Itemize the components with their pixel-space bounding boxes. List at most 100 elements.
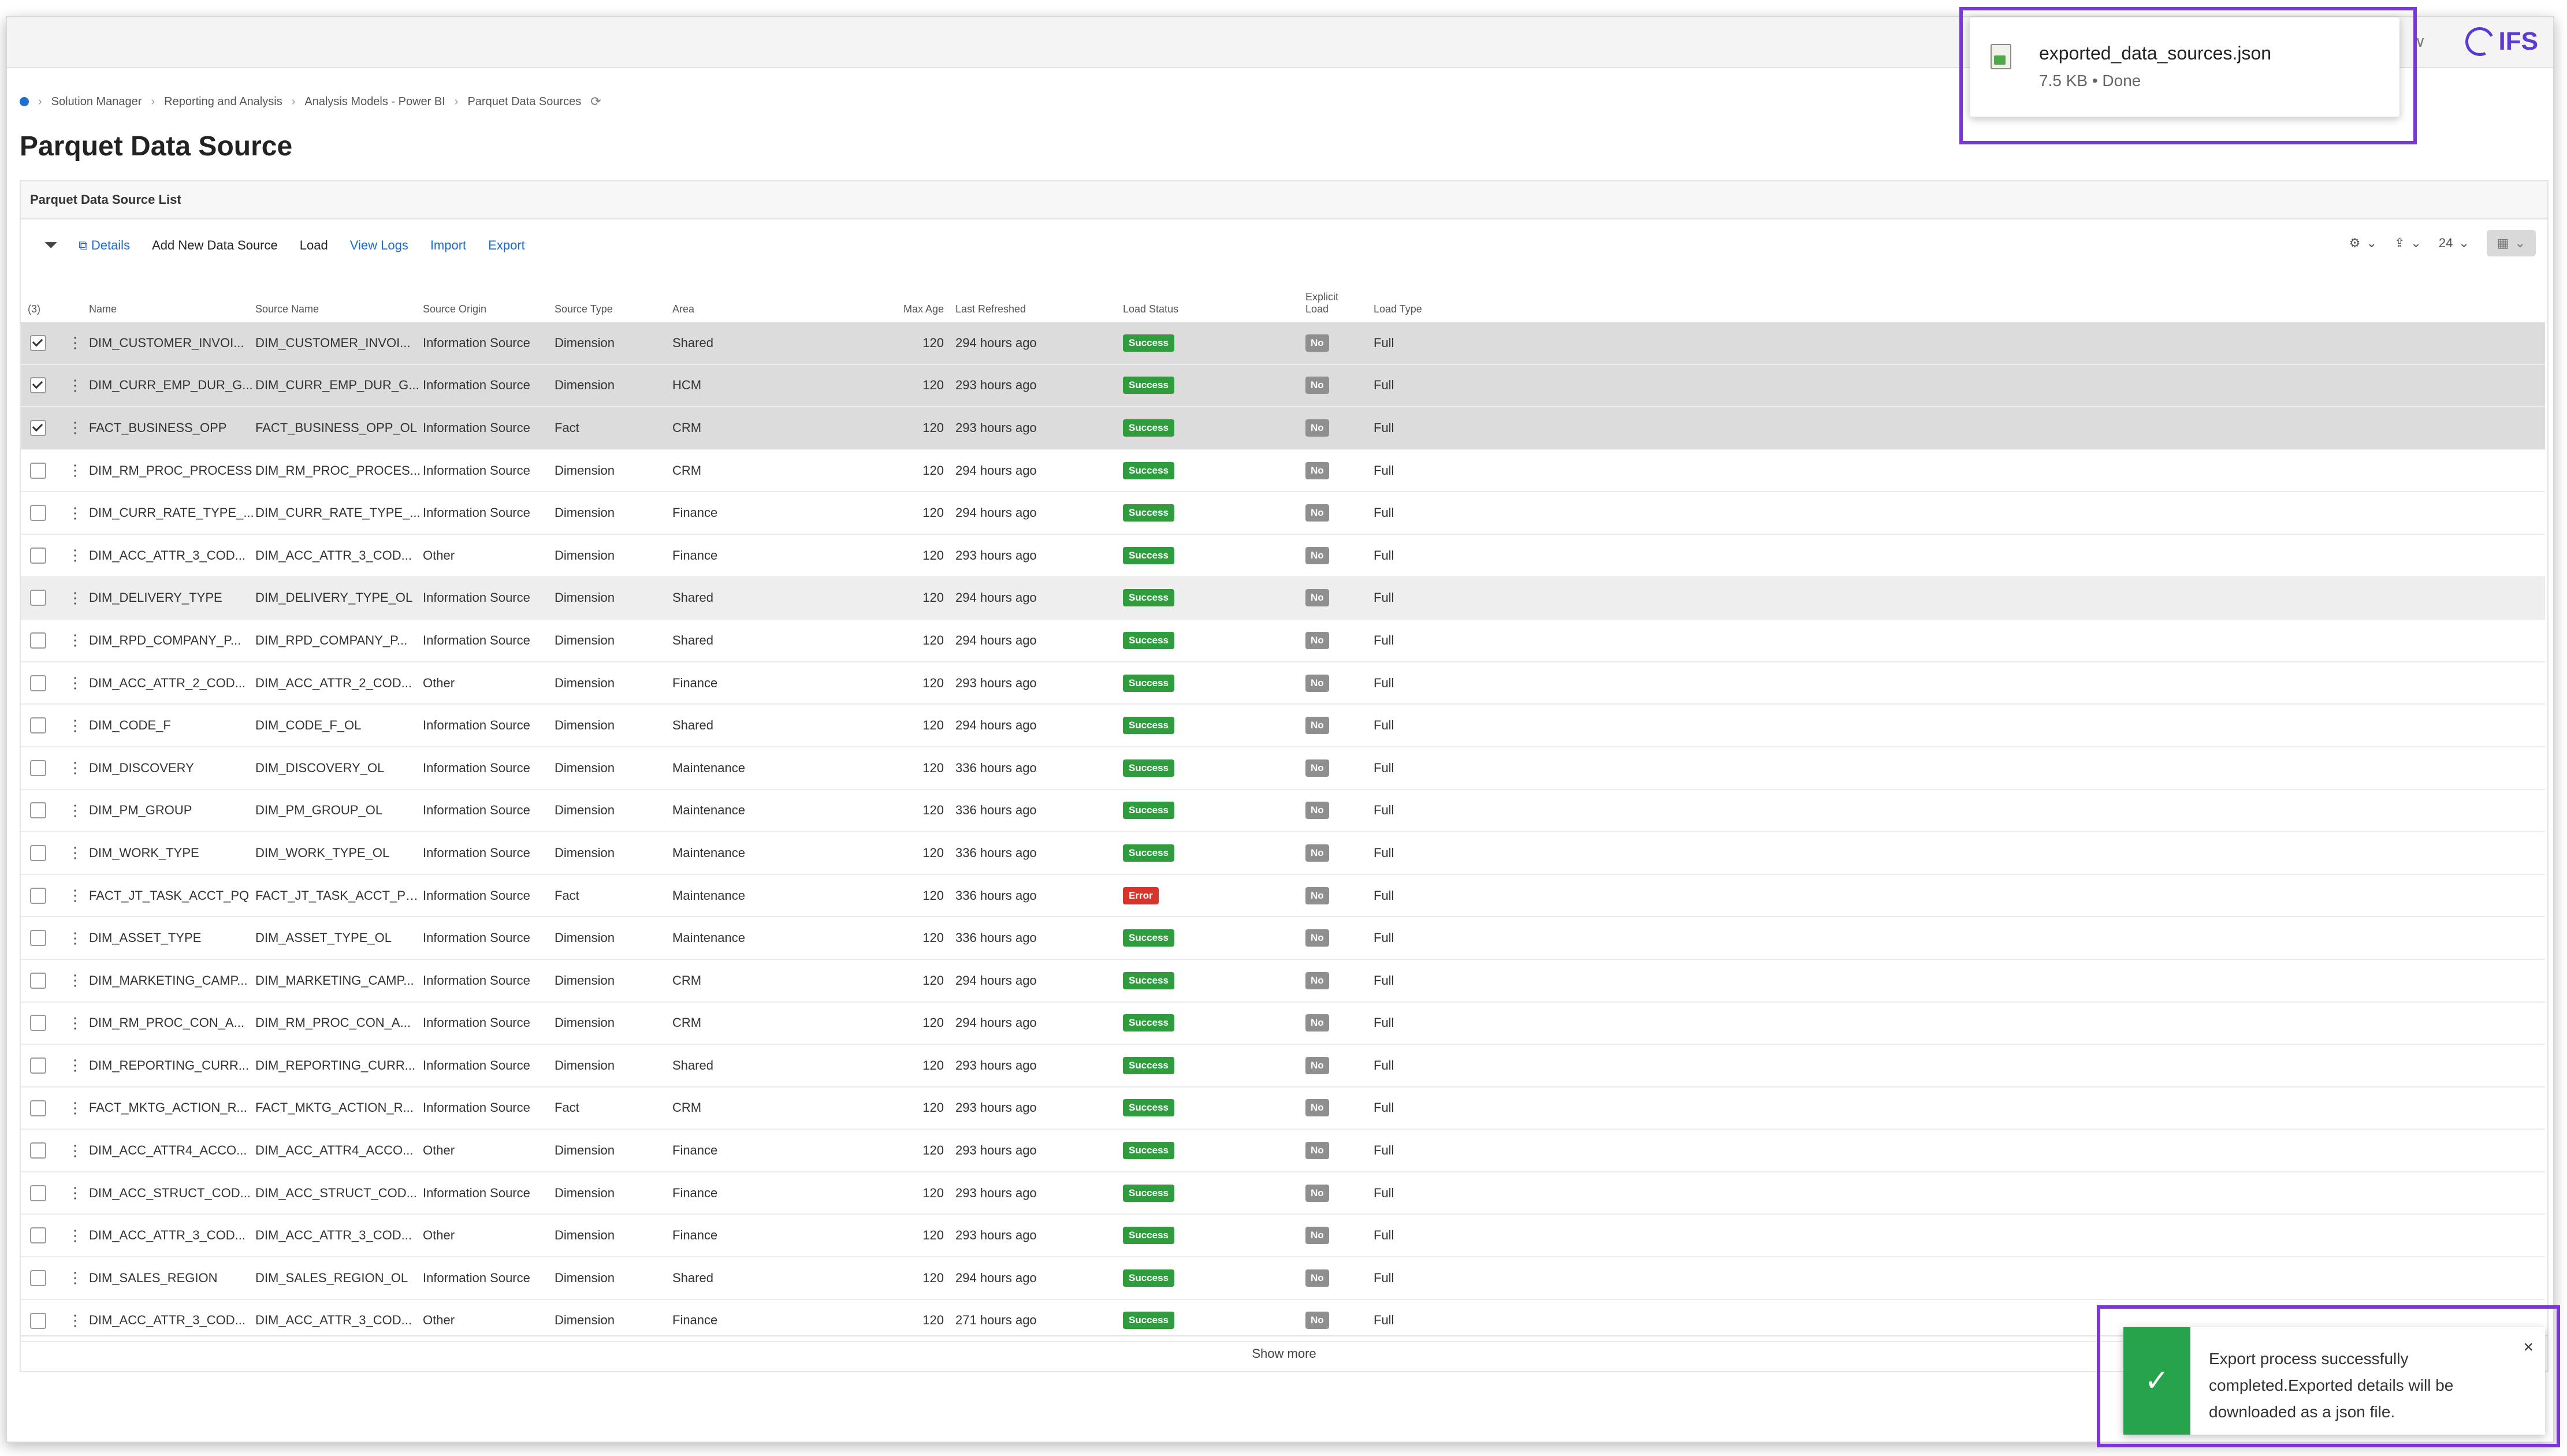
row-select-cell[interactable] [21, 959, 61, 1003]
table-row[interactable]: ⋮ DIM_WORK_TYPE DIM_WORK_TYPE_OL Informatio… [21, 832, 2545, 875]
row-actions-cell[interactable]: ⋮ [61, 619, 89, 662]
row-actions-cell[interactable]: ⋮ [61, 1086, 89, 1130]
table-row[interactable]: ⋮ FACT_JT_TASK_ACCT_PQ FACT_JT_TASK_ACCT_P… [21, 874, 2545, 918]
row-select-cell[interactable] [21, 874, 61, 918]
row-checkbox[interactable] [30, 462, 46, 479]
row-checkbox[interactable] [30, 759, 46, 776]
row-select-cell[interactable] [21, 704, 61, 747]
cell-name[interactable]: DIM_MARKETING_CAMP... [89, 959, 255, 1003]
export-view-menu[interactable]: ⇪ ⌄ [2394, 236, 2421, 251]
row-checkbox[interactable] [30, 887, 46, 904]
cell-name[interactable]: DIM_RM_PROC_CON_A... [89, 1001, 255, 1045]
table-row[interactable]: ⋮ DIM_CUSTOMER_INVOI... DIM_CUSTOMER_INVOI… [21, 322, 2545, 365]
table-row[interactable]: ⋮ DIM_DELIVERY_TYPE DIM_DELIVERY_TYPE_OL In… [21, 576, 2545, 620]
table-row[interactable]: ⋮ DIM_ACC_ATTR_2_COD... DIM_ACC_ATTR_2_COD… [21, 661, 2545, 705]
more-vertical-icon[interactable]: ⋮ [61, 1056, 89, 1074]
row-actions-cell[interactable]: ⋮ [61, 534, 89, 578]
more-vertical-icon[interactable]: ⋮ [61, 1184, 89, 1202]
more-vertical-icon[interactable]: ⋮ [61, 1227, 89, 1245]
row-checkbox[interactable] [30, 972, 46, 989]
table-row[interactable]: ⋮ DIM_RPD_COMPANY_P... DIM_RPD_COMPANY_P..… [21, 619, 2545, 662]
breadcrumb-item[interactable]: Reporting and Analysis [164, 95, 282, 109]
row-select-cell[interactable] [21, 661, 61, 705]
row-select-cell[interactable] [21, 746, 61, 790]
breadcrumb-item[interactable]: Solution Manager [51, 95, 142, 109]
row-actions-cell[interactable]: ⋮ [61, 491, 89, 535]
cell-name[interactable]: DIM_CUSTOMER_INVOI... [89, 322, 255, 365]
filter-icon[interactable]: ⏷ [38, 232, 64, 259]
row-checkbox[interactable] [30, 334, 46, 351]
row-actions-cell[interactable]: ⋮ [61, 832, 89, 875]
view-mode-toggle[interactable]: ▦ ⌄ [2486, 230, 2536, 256]
row-select-cell[interactable] [21, 619, 61, 662]
row-checkbox[interactable] [30, 845, 46, 862]
column-header-load-type[interactable]: Load Type [1374, 271, 2545, 322]
close-icon[interactable]: × [2523, 1338, 2533, 1357]
row-actions-cell[interactable]: ⋮ [61, 959, 89, 1003]
brand-logo[interactable]: ∨ IFS [2415, 23, 2538, 61]
breadcrumb-item[interactable]: Analysis Models - Power BI [304, 95, 445, 109]
table-row[interactable]: ⋮ DIM_ASSET_TYPE DIM_ASSET_TYPE_OL Informat… [21, 917, 2545, 960]
row-select-cell[interactable] [21, 1171, 61, 1215]
more-vertical-icon[interactable]: ⋮ [61, 802, 89, 820]
cell-name[interactable]: FACT_JT_TASK_ACCT_PQ [89, 874, 255, 918]
cell-name[interactable]: DIM_DELIVERY_TYPE [89, 576, 255, 620]
more-vertical-icon[interactable]: ⋮ [61, 1142, 89, 1160]
cell-name[interactable]: DIM_SALES_REGION [89, 1257, 255, 1300]
more-vertical-icon[interactable]: ⋮ [61, 1014, 89, 1032]
more-vertical-icon[interactable]: ⋮ [61, 1312, 89, 1330]
select-all-header[interactable]: (3) [21, 271, 61, 322]
row-checkbox[interactable] [30, 505, 46, 522]
download-panel[interactable]: exported_data_sources.json 7.5 KB • Done [1970, 17, 2399, 117]
home-icon[interactable] [20, 97, 29, 106]
export-button[interactable]: Export [481, 233, 532, 258]
row-actions-cell[interactable]: ⋮ [61, 917, 89, 960]
row-checkbox[interactable] [30, 1185, 46, 1201]
column-header-source-type[interactable]: Source Type [555, 271, 672, 322]
column-header-explicit-load[interactable]: Explicit Load [1305, 271, 1374, 322]
more-vertical-icon[interactable]: ⋮ [61, 1269, 89, 1287]
more-vertical-icon[interactable]: ⋮ [61, 461, 89, 479]
row-select-cell[interactable] [21, 534, 61, 578]
row-checkbox[interactable] [30, 1057, 46, 1074]
refresh-icon[interactable]: ⟳ [590, 94, 601, 109]
row-select-cell[interactable] [21, 832, 61, 875]
more-vertical-icon[interactable]: ⋮ [61, 631, 89, 649]
column-header-load-status[interactable]: Load Status [1123, 271, 1305, 322]
row-select-cell[interactable] [21, 322, 61, 365]
row-actions-cell[interactable]: ⋮ [61, 874, 89, 918]
row-actions-cell[interactable]: ⋮ [61, 449, 89, 493]
cell-name[interactable]: DIM_PM_GROUP [89, 789, 255, 833]
row-select-cell[interactable] [21, 917, 61, 960]
row-checkbox[interactable] [30, 590, 46, 606]
more-vertical-icon[interactable]: ⋮ [61, 844, 89, 862]
row-checkbox[interactable] [30, 1312, 46, 1329]
more-vertical-icon[interactable]: ⋮ [61, 334, 89, 352]
row-select-cell[interactable] [21, 1044, 61, 1088]
row-checkbox[interactable] [30, 802, 46, 819]
row-checkbox[interactable] [30, 1269, 46, 1286]
table-row[interactable]: ⋮ DIM_SALES_REGION DIM_SALES_REGION_OL Info… [21, 1257, 2545, 1300]
row-checkbox[interactable] [30, 1100, 46, 1116]
table-row[interactable]: ⋮ DIM_CURR_RATE_TYPE_... DIM_CURR_RATE_TYP… [21, 491, 2545, 535]
row-select-cell[interactable] [21, 1257, 61, 1300]
cell-name[interactable]: DIM_CURR_EMP_DUR_G... [89, 364, 255, 408]
row-select-cell[interactable] [21, 407, 61, 450]
cell-name[interactable]: DIM_ACC_ATTR_3_COD... [89, 1214, 255, 1258]
table-row[interactable]: ⋮ DIM_RM_PROC_PROCESS DIM_RM_PROC_PROCES..… [21, 449, 2545, 493]
row-actions-cell[interactable]: ⋮ [61, 704, 89, 747]
table-row[interactable]: ⋮ DIM_ACC_STRUCT_COD... DIM_ACC_STRUCT_COD… [21, 1171, 2545, 1215]
more-vertical-icon[interactable]: ⋮ [61, 546, 89, 564]
cell-name[interactable]: FACT_MKTG_ACTION_R... [89, 1086, 255, 1130]
row-actions-cell[interactable]: ⋮ [61, 407, 89, 450]
row-actions-cell[interactable]: ⋮ [61, 364, 89, 408]
more-vertical-icon[interactable]: ⋮ [61, 674, 89, 692]
table-row[interactable]: ⋮ DIM_PM_GROUP DIM_PM_GROUP_OL Information … [21, 789, 2545, 833]
more-vertical-icon[interactable]: ⋮ [61, 419, 89, 437]
cell-name[interactable]: DIM_ASSET_TYPE [89, 917, 255, 960]
page-size-select[interactable]: 24 ⌄ [2439, 236, 2469, 251]
row-actions-cell[interactable]: ⋮ [61, 746, 89, 790]
row-checkbox[interactable] [30, 675, 46, 691]
column-header-last-refreshed[interactable]: Last Refreshed [955, 271, 1123, 322]
row-select-cell[interactable] [21, 364, 61, 408]
